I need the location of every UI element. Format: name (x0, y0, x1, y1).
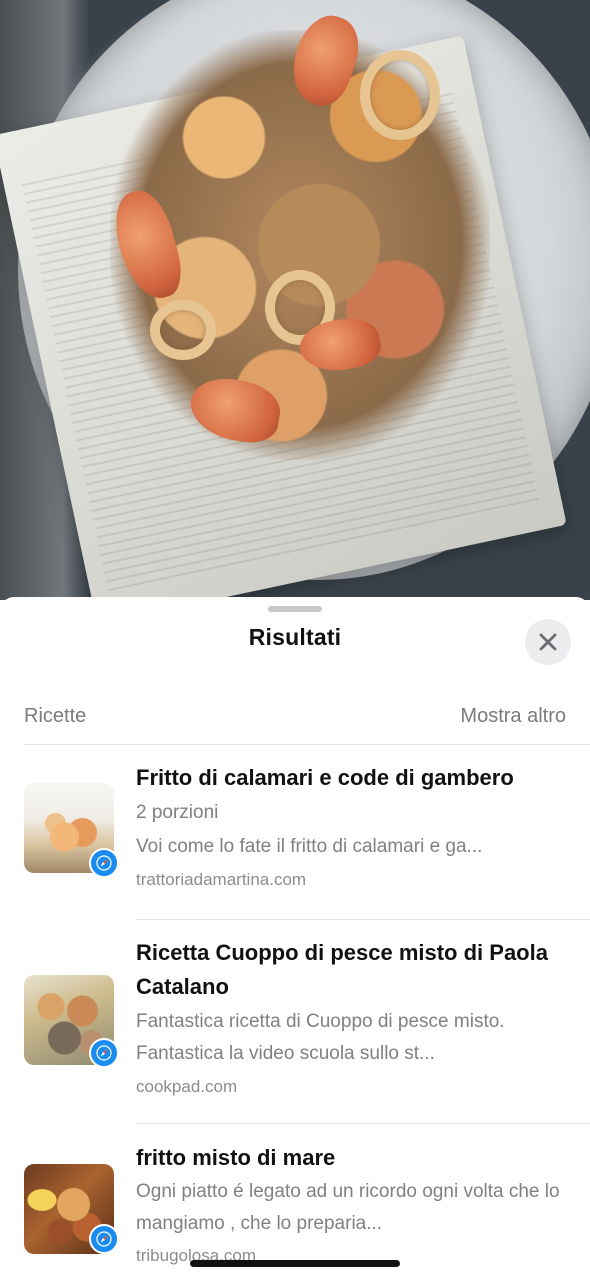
compass-icon (96, 1045, 112, 1061)
close-button[interactable] (525, 619, 571, 665)
recipe-result[interactable]: Fritto di calamari e code di gambero 2 p… (0, 745, 590, 919)
food-photo (0, 0, 590, 600)
section-header: Ricette Mostra altro (24, 705, 566, 735)
recipe-result[interactable]: Ricetta Cuoppo di pesce misto di Paola C… (0, 920, 590, 1123)
show-more-link[interactable]: Mostra altro (460, 705, 566, 728)
safari-icon (89, 1038, 119, 1068)
safari-icon (89, 848, 119, 878)
result-source: trattoriadamartina.com (136, 870, 307, 889)
safari-icon (89, 1224, 119, 1254)
close-icon (539, 633, 557, 651)
calamari-ring (360, 50, 440, 140)
result-description: Voi come lo fate il fritto di calamari e… (136, 836, 483, 857)
recipe-result[interactable]: fritto misto di mare Ogni piatto é legat… (0, 1124, 590, 1280)
result-source: cookpad.com (136, 1077, 238, 1096)
compass-icon (96, 1231, 112, 1247)
result-title: Ricetta Cuoppo di pesce misto di Paola C… (136, 940, 548, 999)
result-title: Fritto di calamari e code di gambero (136, 765, 514, 790)
section-label: Ricette (24, 705, 87, 727)
result-description: Fantastica ricetta di Cuoppo di pesce mi… (136, 1011, 505, 1064)
compass-icon (96, 855, 112, 871)
home-indicator[interactable] (190, 1260, 400, 1267)
result-description: Ogni piatto é legato ad un ricordo ogni … (136, 1181, 560, 1234)
result-title: fritto misto di mare (136, 1145, 336, 1170)
sheet-title: Risultati (248, 624, 342, 650)
results-sheet: Risultati Ricette Mostra altro Fritto di… (0, 597, 590, 1280)
calamari-ring (150, 300, 216, 360)
result-servings: 2 porzioni (136, 802, 219, 823)
sheet-grabber[interactable] (268, 606, 322, 612)
